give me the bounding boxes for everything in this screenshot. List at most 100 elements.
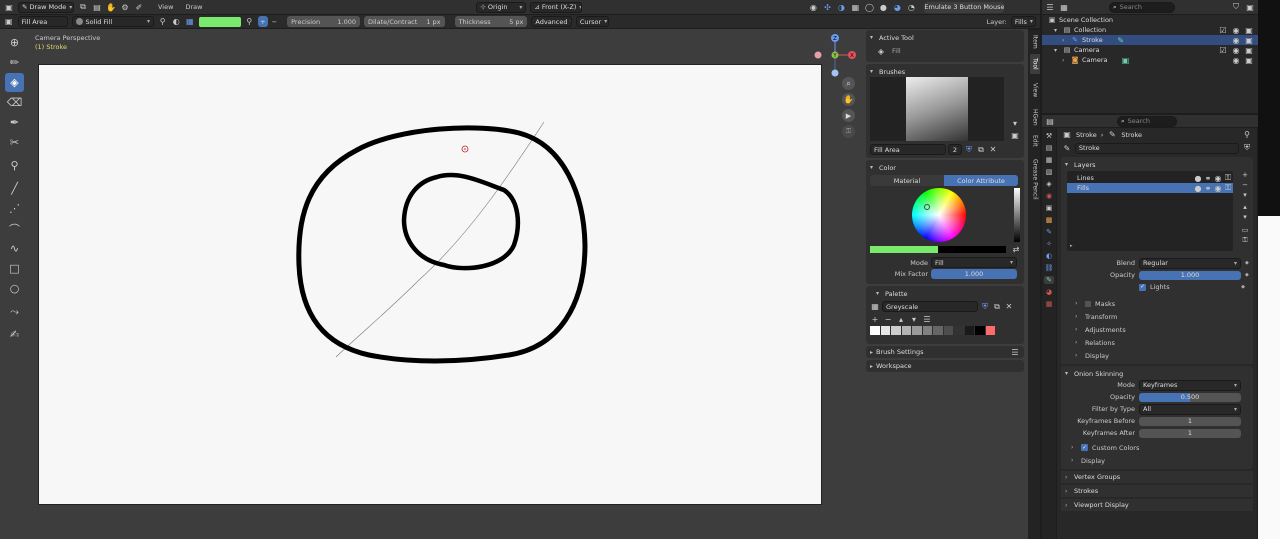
navigation-gizmo[interactable]: Z Y X (812, 33, 858, 79)
xray-icon[interactable]: ▦ (850, 2, 860, 12)
palette-down-icon[interactable]: ▾ (909, 314, 919, 324)
outliner-row[interactable]: › ◙ Camera ▣ ◉ ▣ (1042, 55, 1258, 65)
layer-row[interactable]: Lines ● ⚭ ◉ ⚿ (1067, 173, 1233, 183)
checkbox-icon[interactable]: ☑ (1218, 25, 1228, 35)
mix-factor-slider[interactable]: 1.000 (931, 269, 1017, 279)
lock-open-icon[interactable]: ⚿ (1223, 173, 1233, 183)
constraints-tab-icon[interactable]: ⛓ (1045, 264, 1054, 272)
line-tool-icon[interactable]: ╱ (5, 179, 24, 198)
masks-checkbox[interactable] (1085, 300, 1091, 307)
subpanel-masks[interactable]: › Masks (1065, 297, 1249, 310)
camera-render-icon[interactable]: ▣ (1244, 35, 1254, 45)
palette-unlink-icon[interactable]: ✕ (1004, 302, 1014, 312)
fill-direction-minus[interactable]: − (272, 18, 277, 26)
brush-icon[interactable]: ✐ (134, 2, 144, 12)
cursor-dropdown[interactable]: Cursor ▾ (575, 16, 609, 27)
add-layer-icon[interactable]: + (1242, 171, 1248, 179)
outliner-row[interactable]: ▾ ▤ Camera ☑ ◉ ▣ (1042, 45, 1258, 55)
onion-mode-dropdown[interactable]: Keyframes ▾ (1139, 379, 1241, 391)
color-mode-dropdown[interactable]: Fill ▾ (931, 257, 1017, 268)
cursor-tool-icon[interactable]: ⊕ (5, 33, 24, 52)
fill-mode-dropdown[interactable]: Solid Fill ▾ (71, 16, 154, 27)
camera-view-icon[interactable]: ▶ (842, 109, 855, 122)
tab-item[interactable]: Item (1030, 32, 1040, 52)
tab-tool[interactable]: Tool (1030, 54, 1040, 74)
mode-dropdown[interactable]: ✎ Draw Mode ▾ (18, 1, 74, 13)
interpolate-tool-icon[interactable]: ⤳ (5, 302, 24, 321)
datablock-icon[interactable]: ✎ (1062, 143, 1072, 153)
texture-tab-icon[interactable]: ▦ (1046, 300, 1053, 308)
palette-swatch[interactable] (922, 326, 932, 335)
subpanel-custom-colors[interactable]: › ✓ Custom Colors (1065, 441, 1249, 454)
palette-add-icon[interactable]: + (870, 314, 880, 324)
view-axis-dropdown[interactable]: ⊿ Front (X-Z) ▾ (530, 1, 583, 13)
advanced-dropdown[interactable]: Advanced▾ (531, 16, 572, 27)
custom-colors-checkbox[interactable]: ✓ (1081, 444, 1088, 451)
palette-up-icon[interactable]: ▴ (896, 314, 906, 324)
dilate-field[interactable]: Dilate/Contract 1 px (364, 16, 445, 27)
onion-icon[interactable]: ⚭ (1203, 183, 1213, 193)
hand-icon[interactable]: ✋ (106, 2, 116, 12)
camera-render-icon[interactable]: ▣ (1244, 25, 1254, 35)
eyedropper-tool-icon[interactable]: ⚲ (5, 156, 24, 175)
layers-header[interactable]: ▾ Layers (1065, 159, 1249, 170)
tab-material[interactable]: Material (870, 175, 944, 186)
palette-duplicate-icon[interactable]: ⧉ (992, 302, 1002, 312)
palette-swatch[interactable] (901, 326, 911, 335)
camera-canvas[interactable] (38, 64, 822, 505)
eye-visible-icon[interactable]: ◉ (1213, 173, 1223, 183)
eye-visible-icon[interactable]: ◉ (1231, 25, 1241, 35)
data-tab-icon[interactable]: ✎ (1044, 276, 1054, 284)
tab-color-attribute[interactable]: Color Attribute (944, 175, 1018, 186)
palette-swatch[interactable] (870, 326, 880, 335)
eyedropper-icon[interactable]: ⚲ (245, 17, 255, 27)
subpanel-display[interactable]: › Display (1065, 349, 1249, 362)
color-mode-icon[interactable]: ▦ (185, 17, 195, 27)
palette-swatch[interactable] (964, 326, 974, 335)
gear-icon[interactable]: ⚙ (120, 2, 130, 12)
fill-tool-button-icon[interactable]: ◈ (5, 73, 24, 92)
tool-tab-icon[interactable]: ⚒ (1046, 132, 1052, 140)
zoom-icon[interactable]: ⌕ (842, 77, 855, 90)
keyframe-dot-icon[interactable]: ◆ (1245, 272, 1249, 278)
precision-field[interactable]: Precision 1.000 (287, 16, 360, 27)
unlink-x-icon[interactable]: ✕ (988, 145, 998, 155)
eye-visible-icon[interactable]: ◉ (1231, 35, 1241, 45)
pin-icon[interactable]: ⚲ (158, 17, 168, 27)
lights-checkbox[interactable]: ✓ (1139, 283, 1146, 291)
brush-settings-panel[interactable]: ▸ Brush Settings ☰ (866, 346, 1024, 358)
palette-swatch[interactable] (880, 326, 890, 335)
emulate-mouse-button[interactable]: Emulate 3 Button Mouse (924, 1, 1005, 13)
palette-swatch[interactable] (933, 326, 943, 335)
eye-visible-icon[interactable]: ◉ (1231, 45, 1241, 55)
keyframes-after-field[interactable]: 1 (1139, 428, 1241, 438)
editor-type-icon[interactable]: ▣ (4, 2, 14, 12)
render-tab-icon[interactable]: ▤ (1046, 144, 1053, 152)
effects-tab-icon[interactable]: ✧ (1046, 240, 1052, 248)
eye-icon[interactable]: ◉ (808, 2, 818, 12)
layer-dot-icon[interactable]: ● (1193, 173, 1203, 183)
palette-swatch[interactable] (912, 326, 922, 335)
wireframe-icon[interactable]: ◯ (864, 2, 874, 12)
axis-gizmo[interactable]: Z Y X (812, 33, 858, 79)
palette-sort-icon[interactable]: ☰ (922, 314, 932, 324)
collection-tab-icon[interactable]: ▣ (1046, 204, 1053, 212)
annotate-tool-icon[interactable]: ✍ (5, 325, 24, 344)
layer-dot-icon[interactable]: ● (1193, 183, 1203, 193)
datablock-name-field[interactable]: Stroke (1074, 142, 1240, 154)
cutter-tool-icon[interactable]: ✂ (5, 133, 24, 152)
move-down-icon[interactable]: ▾ (1243, 213, 1247, 221)
polyline-tool-icon[interactable]: ⋰ (5, 199, 24, 218)
material-shading-icon[interactable]: ◕ (892, 2, 902, 12)
outliner-row-selected[interactable]: › ✎ Stroke ✎ ◉ ▣ (1042, 35, 1258, 45)
tab-hgen[interactable]: HGen (1030, 106, 1040, 128)
properties-search-input[interactable]: ⌕ Search (1117, 115, 1177, 127)
fill-color-swatch[interactable] (198, 16, 241, 27)
filter-type-dropdown[interactable]: All ▾ (1139, 403, 1241, 415)
object-tab-icon[interactable]: ▩ (1046, 216, 1053, 224)
output-tab-icon[interactable]: ▦ (1046, 156, 1053, 164)
box-tool-icon[interactable]: □ (5, 259, 24, 278)
viewport-display-panel[interactable]: › Viewport Display (1061, 499, 1253, 511)
outliner-row[interactable]: ▾ ▤ Collection ☑ ◉ ▣ (1042, 25, 1258, 35)
camera-render-icon[interactable]: ▣ (1244, 45, 1254, 55)
